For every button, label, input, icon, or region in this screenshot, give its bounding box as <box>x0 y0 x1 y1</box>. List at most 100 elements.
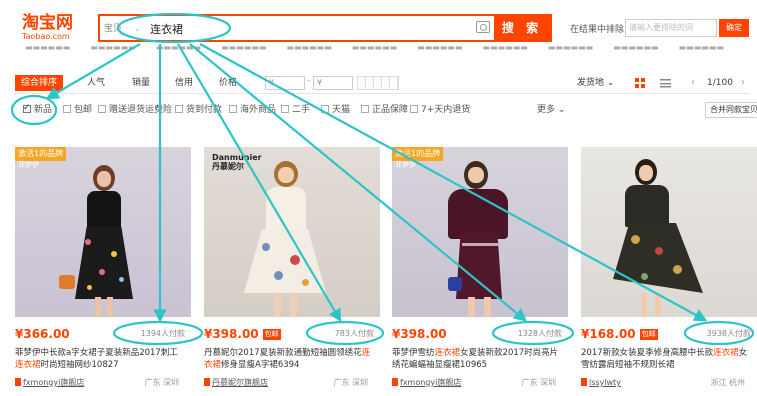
shop-icon <box>15 378 21 386</box>
sort-default[interactable]: 综合排序 <box>15 75 64 91</box>
title-text: 菲梦伊雪纺 <box>392 348 435 358</box>
filter-cod[interactable]: 货到付款 <box>175 104 222 116</box>
product-card[interactable]: ¥168.00 包邮 3938人付款 2017新款女装夏季修身高腰中长款连衣裙女雪… <box>581 147 757 391</box>
paid-count: 3938人付款 <box>706 329 751 338</box>
paid-count: 1328人付款 <box>517 329 562 338</box>
exclude-input[interactable]: 请输入要排除的词 <box>625 19 717 37</box>
filter-genuine[interactable]: 正品保障 <box>361 104 408 116</box>
hot-words-row: ▬▬▬▬▬▬ ▬▬▬▬▬▬ ▬▬▬▬▬▬ ▬▬▬▬▬▬ ▬▬▬▬▬▬ ▬▬▬▬▬▬ ▬▬▬▬… <box>25 44 724 52</box>
filter-label: 天猫 <box>332 105 351 115</box>
shop-link[interactable]: fxmongyi旗舰店 <box>23 378 84 387</box>
price-histogram[interactable] <box>357 76 399 90</box>
product-title[interactable]: 菲梦伊雪纺连衣裙女夏装新款2017时尚亮片绣花蝙蝠袖显瘦裙10965 <box>392 347 562 371</box>
free-shipping-badge: 包邮 <box>639 329 658 340</box>
title-keyword: 连衣裙 <box>15 360 41 370</box>
taobao-logo[interactable]: 淘宝网 Taobao.com <box>22 14 84 41</box>
exclude-confirm-button[interactable]: 确定 <box>719 19 749 37</box>
camera-icon[interactable] <box>476 21 490 33</box>
merge-same-items-button[interactable]: 合并同款宝贝 <box>705 102 757 118</box>
filter-tmall[interactable]: 天猫 <box>321 104 350 116</box>
logo-text-cn: 淘宝网 <box>22 13 73 33</box>
checkbox-icon <box>229 105 237 113</box>
shop-icon <box>392 378 398 386</box>
checkbox-icon <box>361 105 369 113</box>
price-value: ¥366.00 <box>15 327 70 341</box>
product-price: ¥398.00 <box>392 327 447 341</box>
shop-location: 广东 深圳 <box>333 378 368 387</box>
checkbox-icon <box>321 105 329 113</box>
title-keyword: 连衣裙 <box>713 348 739 358</box>
search-button[interactable]: 搜 索 <box>494 16 550 40</box>
product-title[interactable]: 丹慕妮尔2017夏装新款通勤短袖圆领绣花连衣裙修身显瘦A字裙6394 <box>204 347 374 371</box>
shop-icon <box>204 378 210 386</box>
grid-view-icon[interactable] <box>635 78 645 88</box>
product-image[interactable] <box>581 147 757 317</box>
paid-count: 1394人付款 <box>140 329 185 338</box>
filter-overseas[interactable]: 海外商品 <box>229 104 276 116</box>
price-max-input[interactable]: ¥ <box>313 76 353 90</box>
ship-from-dropdown[interactable]: 发货地 ⌄ <box>577 75 614 91</box>
checkbox-icon <box>23 102 31 114</box>
checkbox-icon <box>281 105 289 113</box>
sort-price[interactable]: 价格 <box>219 75 237 91</box>
filter-return-insurance[interactable]: 赠送退货运费险 <box>98 104 172 116</box>
checkbox-icon <box>98 105 106 113</box>
prev-page-icon[interactable]: ‹ <box>691 75 695 91</box>
exclude-label: 在结果中排除 <box>570 25 625 35</box>
list-view-icon[interactable] <box>660 78 671 88</box>
filter-7day-return[interactable]: 7+天内退货 <box>410 104 470 116</box>
filter-secondhand[interactable]: 二手 <box>281 104 310 116</box>
filter-more-label: 更多 <box>537 105 556 115</box>
product-card[interactable]: Danmunier 丹慕妮尔 ¥398.00 包邮 783人付款 丹慕妮尔2017夏… <box>204 147 380 391</box>
chevron-down-icon: ⌄ <box>557 105 566 115</box>
sort-popularity[interactable]: 人气 <box>87 75 105 91</box>
product-image[interactable]: 激活1的品牌 菲梦伊 <box>15 147 191 317</box>
title-text: 时尚短袖网纱10827 <box>40 360 119 370</box>
chevron-down-icon: ⌄ <box>606 78 615 88</box>
shop-row: 丹慕妮尔旗舰店 广东 深圳 <box>204 377 374 388</box>
search-category-dropdown[interactable]: 宝贝 ⌄ <box>104 20 144 38</box>
shop-link[interactable]: lssylwty <box>589 378 621 387</box>
shop-location: 广东 深圳 <box>144 378 179 387</box>
next-page-icon[interactable]: › <box>741 75 745 91</box>
search-input[interactable] <box>150 19 470 39</box>
product-image[interactable]: 激活1的品牌 菲梦伊 <box>392 147 568 317</box>
sort-sales[interactable]: 销量 <box>132 75 150 91</box>
photo-brand-logo: Danmunier 丹慕妮尔 <box>212 153 262 171</box>
sort-credit[interactable]: 信用 <box>175 75 193 91</box>
product-price: ¥366.00 <box>15 327 70 341</box>
filter-label: 赠送退货运费险 <box>109 105 173 115</box>
product-title[interactable]: 菲梦伊中长款a字女裙子夏装新品2017刺工连衣裙时尚短袖网纱10827 <box>15 347 185 371</box>
search-bar: 宝贝 ⌄ 搜 索 <box>98 14 552 42</box>
filter-label: 新品 <box>34 105 53 115</box>
filter-label: 海外商品 <box>240 105 277 115</box>
product-image[interactable]: Danmunier 丹慕妮尔 <box>204 147 380 317</box>
title-text: 修身显瘦A字裙6394 <box>221 360 300 370</box>
price-min-input[interactable]: ¥ <box>265 76 305 90</box>
product-title[interactable]: 2017新款女装夏季修身高腰中长款连衣裙女雪纺露肩短袖不规则长裙 <box>581 347 751 371</box>
shop-row: fxmongyi旗舰店 广东 深圳 <box>15 377 185 388</box>
shop-link[interactable]: fxmongyi旗舰店 <box>400 378 461 387</box>
shop-location: 广东 深圳 <box>521 378 556 387</box>
shop-link[interactable]: 丹慕妮尔旗舰店 <box>212 378 268 387</box>
filter-new[interactable]: 新品 <box>23 102 53 116</box>
shop-icon <box>581 378 587 386</box>
price-range-dash: - <box>307 76 311 86</box>
badge-subtext: 菲梦伊 <box>395 161 416 169</box>
filter-free-shipping[interactable]: 包邮 <box>63 104 92 116</box>
price-value: ¥168.00 <box>581 327 636 341</box>
ship-from-label: 发货地 <box>577 78 605 88</box>
checkbox-icon <box>63 105 71 113</box>
product-card[interactable]: 激活1的品牌 菲梦伊 ¥366.00 1394人付款 菲梦伊中长款a字女裙子夏装新… <box>15 147 191 391</box>
shop-location: 浙江 杭州 <box>710 378 745 387</box>
product-card[interactable]: 激活1的品牌 菲梦伊 ¥398.00 1328人付款 菲梦伊雪纺连衣裙女夏装新款2… <box>392 147 568 391</box>
filter-bar: 新品 包邮 赠送退货运费险 货到付款 海外商品 二手 天猫 正品保障 7+天内退… <box>15 98 757 122</box>
filter-more-dropdown[interactable]: 更多 ⌄ <box>537 104 565 116</box>
filter-label: 7+天内退货 <box>421 105 471 115</box>
page-indicator: 1/100 <box>707 78 733 88</box>
paid-count: 783人付款 <box>334 329 374 338</box>
checkbox-icon <box>410 105 418 113</box>
badge-text: 激活1的品牌 <box>18 149 64 158</box>
brand-badge: 激活1的品牌 菲梦伊 <box>392 147 444 169</box>
price-value: ¥398.00 <box>204 327 259 341</box>
